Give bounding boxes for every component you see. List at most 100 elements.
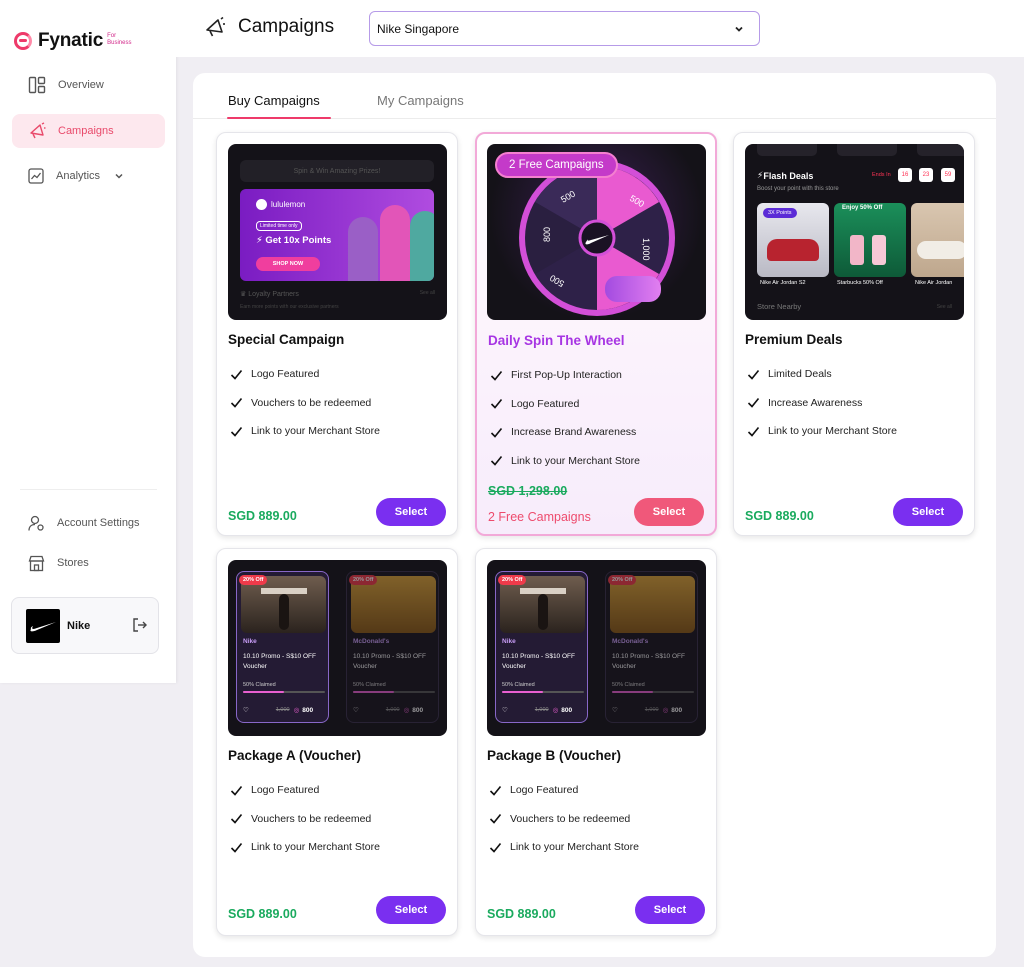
sidebar-item-campaigns[interactable]: Campaigns bbox=[12, 114, 165, 148]
sidebar-item-account-settings[interactable]: Account Settings bbox=[12, 506, 165, 540]
sidebar-item-label: Analytics bbox=[56, 170, 101, 182]
header: Campaigns Nike Singapore bbox=[176, 0, 1024, 57]
thumb-see-all: See all bbox=[419, 290, 435, 296]
thumb-spin-bar: Spin & Win Amazing Prizes! bbox=[240, 160, 434, 182]
feature-item: Logo Featured bbox=[489, 776, 639, 805]
campaign-card-premium-deals[interactable]: ⚡ Flash Deals Boost your point with this… bbox=[733, 132, 975, 536]
select-button[interactable]: Select bbox=[634, 498, 704, 526]
check-icon bbox=[747, 426, 760, 437]
heart-icon[interactable]: ♡ bbox=[612, 706, 618, 714]
thumb-deal-label: Nike Air Jordan bbox=[915, 280, 953, 286]
thumb-timer-hours: 16 bbox=[898, 168, 912, 182]
sidebar-item-stores[interactable]: Stores bbox=[12, 546, 165, 580]
voucher-claimed: 50% Claimed bbox=[612, 682, 645, 688]
logout-icon[interactable] bbox=[132, 617, 148, 633]
feature-item: Vouchers to be redeemed bbox=[230, 805, 380, 834]
avatar bbox=[26, 608, 60, 643]
overview-icon bbox=[28, 76, 46, 94]
check-icon bbox=[230, 398, 243, 408]
feature-item: Link to your Merchant Store bbox=[747, 417, 897, 446]
sidebar-item-analytics[interactable]: Analytics bbox=[12, 159, 165, 193]
check-icon bbox=[230, 814, 243, 824]
campaign-card-special[interactable]: Spin & Win Amazing Prizes! lululemon Lim… bbox=[216, 132, 458, 536]
voucher-old-points: 1,000 bbox=[275, 707, 290, 713]
voucher-progress bbox=[243, 691, 325, 693]
thumb-model-image bbox=[380, 205, 410, 281]
select-button[interactable]: Select bbox=[376, 896, 446, 924]
sidebar-item-label: Account Settings bbox=[57, 517, 140, 529]
voucher-progress bbox=[502, 691, 584, 693]
card-price: SGD 889.00 bbox=[745, 509, 814, 523]
heart-icon[interactable]: ♡ bbox=[502, 706, 508, 714]
campaign-thumbnail: 2 Free Campaigns 500 1,000 800 500 800 5… bbox=[487, 144, 706, 320]
voucher-footer: ♡ 1,000 ◎ 800 bbox=[612, 706, 696, 715]
feature-item: Increase Brand Awareness bbox=[490, 418, 640, 447]
feature-item: First Pop-Up Interaction bbox=[490, 361, 640, 390]
campaign-card-package-a[interactable]: 20% Off Nike 10.10 Promo - S$10 OFF Vouc… bbox=[216, 548, 458, 936]
page-title: Campaigns bbox=[238, 16, 335, 37]
thumb-see-all: See all bbox=[936, 304, 952, 310]
sidebar-item-overview[interactable]: Overview bbox=[12, 68, 165, 102]
voucher-card: 20% Off Nike 10.10 Promo - S$10 OFF Vouc… bbox=[236, 571, 329, 723]
thumb-footer-title: ♛ Loyalty Partners bbox=[240, 291, 299, 298]
brand-logo[interactable]: Fynatic For Business bbox=[14, 30, 131, 52]
store-icon bbox=[28, 555, 45, 571]
campaign-card-package-b[interactable]: 20% Off Nike 10.10 Promo - S$10 OFF Vouc… bbox=[475, 548, 717, 936]
thumb-ad-button: SHOP NOW bbox=[256, 257, 320, 271]
check-icon bbox=[230, 785, 243, 796]
campaign-thumbnail: Spin & Win Amazing Prizes! lululemon Lim… bbox=[228, 144, 447, 320]
thumb-offer-tag: Enjoy 50% Off bbox=[842, 205, 883, 211]
card-title: Package A (Voucher) bbox=[228, 748, 362, 763]
feature-list: Logo Featured Vouchers to be redeemed Li… bbox=[230, 360, 380, 446]
thumb-flash-sub: Boost your point with this store bbox=[757, 186, 839, 192]
feature-list: Limited Deals Increase Awareness Link to… bbox=[747, 360, 897, 446]
voucher-points: 800 bbox=[302, 706, 314, 714]
feature-item: Vouchers to be redeemed bbox=[489, 805, 639, 834]
card-title: Special Campaign bbox=[228, 332, 345, 347]
thumb-ends-in: Ends In bbox=[872, 172, 891, 178]
voucher-card: 20% Off McDonald's 10.10 Promo - S$10 OF… bbox=[346, 571, 439, 723]
store-select[interactable]: Nike Singapore bbox=[369, 11, 760, 46]
thumb-ad-brand: lululemon bbox=[256, 199, 305, 210]
thumb-deal-label: Nike Air Jordan S2 bbox=[760, 280, 806, 286]
voucher-brand: McDonald's bbox=[612, 638, 649, 645]
heart-icon[interactable]: ♡ bbox=[243, 706, 249, 714]
tab-my-campaigns[interactable]: My Campaigns bbox=[377, 93, 464, 108]
account-name: Nike bbox=[67, 619, 91, 632]
voucher-name: 10.10 Promo - S$10 OFF Voucher bbox=[502, 653, 575, 670]
campaign-card-spin-wheel[interactable]: 2 Free Campaigns 500 1,000 800 500 800 5… bbox=[475, 132, 717, 536]
check-icon bbox=[747, 398, 760, 408]
coin-icon: ◎ bbox=[552, 707, 559, 714]
feature-item: Vouchers to be redeemed bbox=[230, 389, 380, 418]
wheel-segment-label: 1,000 bbox=[641, 238, 651, 261]
store-select-value: Nike Singapore bbox=[377, 21, 460, 36]
brand-logo-icon bbox=[14, 32, 32, 50]
tab-buy-campaigns[interactable]: Buy Campaigns bbox=[228, 93, 320, 108]
campaign-tabs: Buy Campaigns My Campaigns bbox=[193, 73, 996, 119]
feature-item: Link to your Merchant Store bbox=[230, 833, 380, 862]
check-icon bbox=[230, 369, 243, 380]
check-icon bbox=[747, 369, 760, 380]
voucher-discount-badge: 20% Off bbox=[349, 575, 378, 585]
select-button[interactable]: Select bbox=[376, 498, 446, 526]
feature-item: Link to your Merchant Store bbox=[489, 833, 639, 862]
card-price: SGD 889.00 bbox=[228, 509, 297, 523]
account-card[interactable]: Nike bbox=[11, 597, 159, 654]
voucher-brand: Nike bbox=[243, 638, 257, 645]
select-button[interactable]: Select bbox=[893, 498, 963, 526]
thumb-model-image bbox=[410, 211, 434, 281]
chevron-down-icon bbox=[735, 26, 743, 32]
select-button[interactable]: Select bbox=[635, 896, 705, 924]
sidebar-item-label: Campaigns bbox=[58, 125, 114, 137]
voucher-old-points: 1,000 bbox=[385, 707, 400, 713]
thumb-points-tag: 3X Points bbox=[763, 208, 797, 218]
campaign-thumbnail: 20% Off Nike 10.10 Promo - S$10 OFF Vouc… bbox=[487, 560, 706, 736]
voucher-brand: McDonald's bbox=[353, 638, 390, 645]
brand-subtitle: For Business bbox=[107, 33, 132, 46]
heart-icon[interactable]: ♡ bbox=[353, 706, 359, 714]
voucher-claimed: 50% Claimed bbox=[243, 682, 276, 688]
voucher-card: 20% Off McDonald's 10.10 Promo - S$10 OF… bbox=[605, 571, 698, 723]
card-price: SGD 889.00 bbox=[228, 907, 297, 921]
voucher-old-points: 1,000 bbox=[534, 707, 549, 713]
voucher-progress bbox=[353, 691, 435, 693]
